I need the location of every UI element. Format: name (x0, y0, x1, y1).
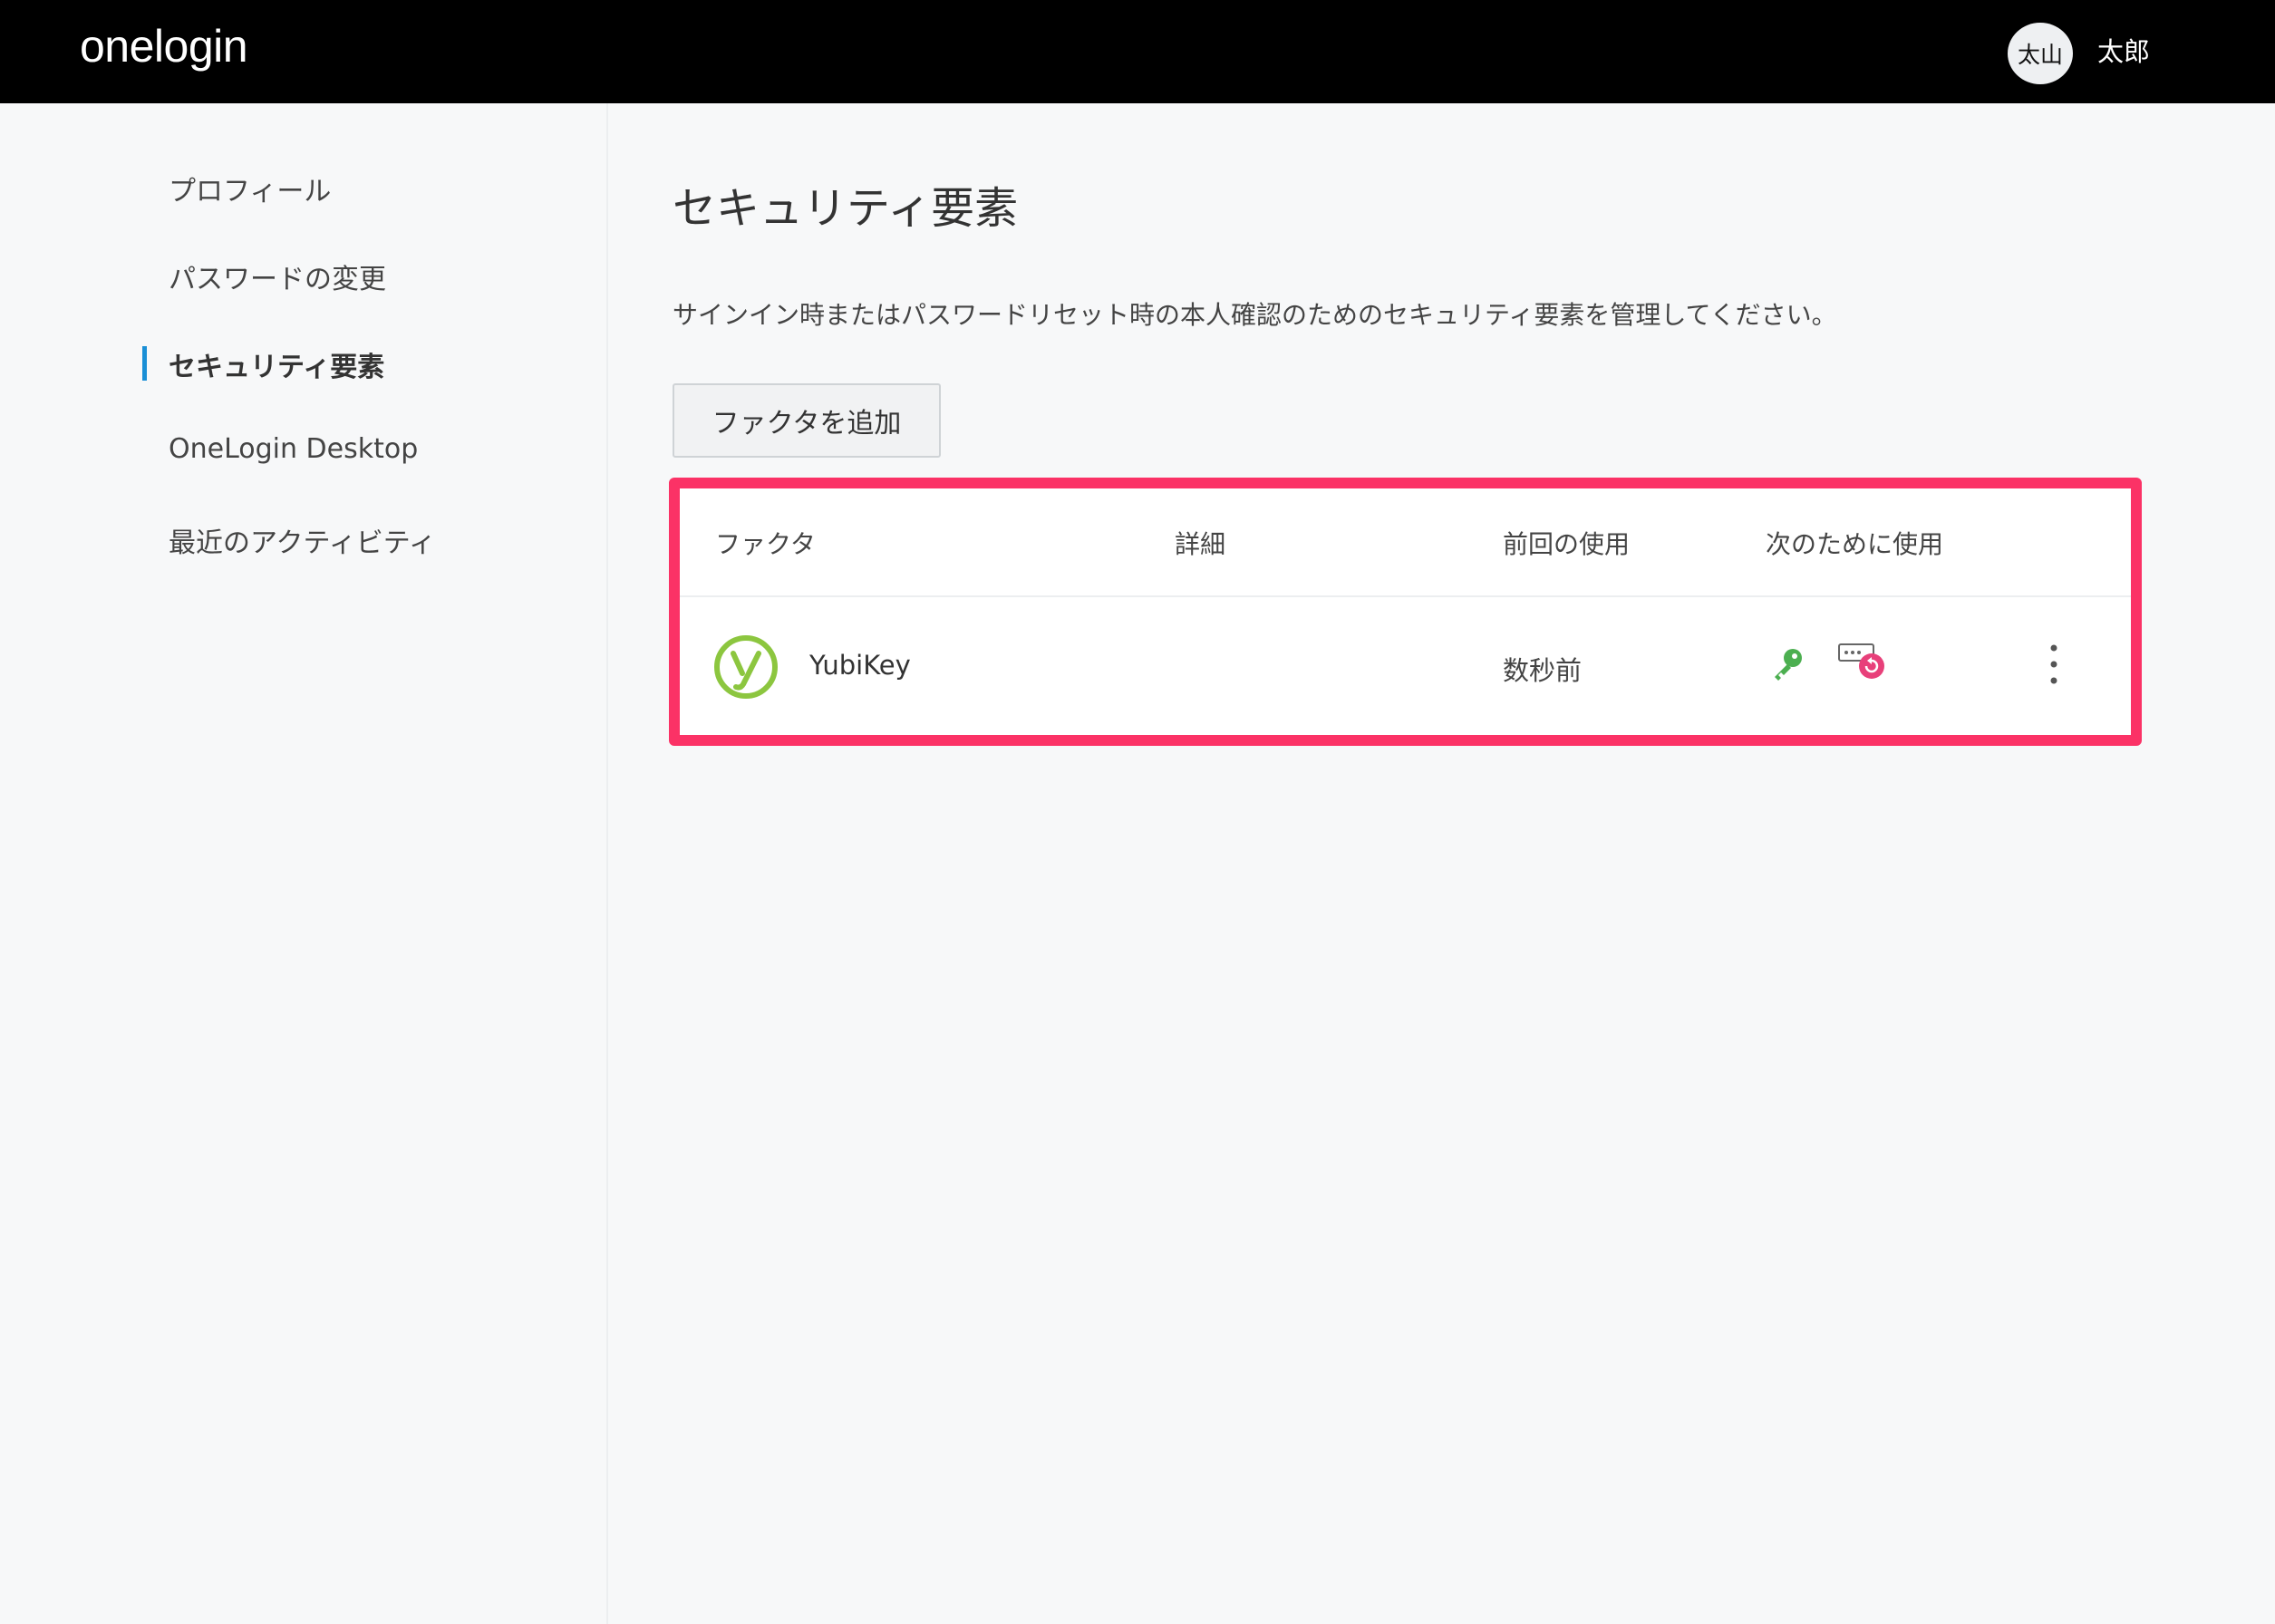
sidebar: プロフィール パスワードの変更 セキュリティ要素 OneLogin Deskto… (0, 103, 608, 1624)
header-divider (680, 595, 2131, 597)
active-indicator (142, 346, 147, 381)
factors-table: ファクタ 詳細 前回の使用 次のために使用 YubiKey 数秒前 (680, 488, 2131, 735)
yubikey-logo-icon (714, 635, 778, 699)
key-icon (1775, 649, 1802, 681)
add-factor-button[interactable]: ファクタを追加 (673, 383, 941, 458)
column-header-factor: ファクタ (715, 529, 816, 559)
sidebar-item-onelogin-desktop[interactable]: OneLogin Desktop (169, 433, 418, 465)
sidebar-item-recent-activity[interactable]: 最近のアクティビティ (169, 520, 436, 560)
page-title: セキュリティ要素 (673, 183, 1019, 234)
page-description: サインイン時またはパスワードリセット時の本人確認のためのセキュリティ要素を管理し… (673, 300, 1837, 330)
user-name[interactable]: 太郎 (2097, 31, 2150, 69)
sidebar-item-security-factors[interactable]: セキュリティ要素 (169, 344, 384, 384)
sidebar-item-profile[interactable]: プロフィール (169, 169, 331, 208)
factor-name: YubiKey (809, 650, 911, 681)
avatar[interactable]: 太山 (2008, 23, 2073, 84)
password-reset-icon (1838, 643, 1884, 679)
column-header-last-used: 前回の使用 (1503, 529, 1631, 559)
onelogin-logo[interactable]: onelogin (80, 20, 248, 72)
column-header-used-for: 次のために使用 (1766, 529, 1944, 559)
more-options-icon[interactable] (2047, 643, 2061, 686)
sidebar-item-change-password[interactable]: パスワードの変更 (169, 256, 386, 296)
column-header-details: 詳細 (1175, 529, 1226, 559)
top-bar: onelogin 太山 太郎 (0, 0, 2275, 103)
last-used-value: 数秒前 (1503, 655, 1583, 686)
